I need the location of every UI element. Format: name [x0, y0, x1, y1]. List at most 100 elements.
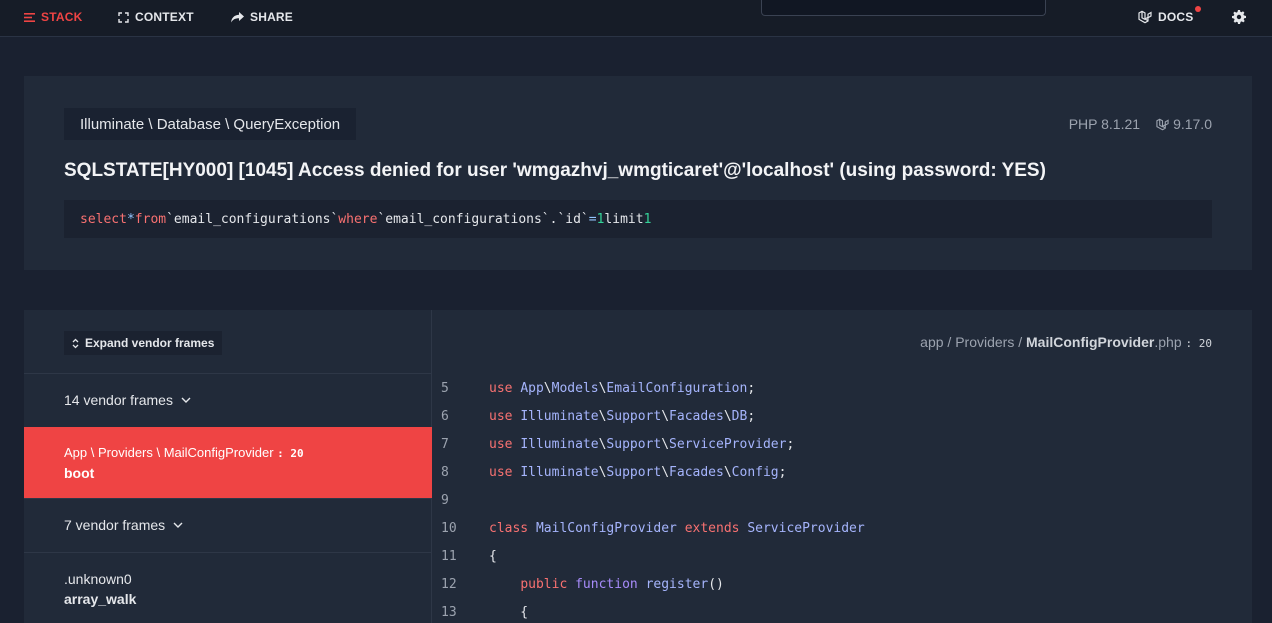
sql-eq: =	[588, 211, 597, 227]
code-token: ;	[747, 380, 756, 396]
code-token: use	[489, 436, 521, 452]
code-token: ;	[778, 464, 787, 480]
code-line: 7 use Illuminate\Support\ServiceProvider;	[433, 430, 1252, 458]
code-token: ;	[747, 408, 756, 424]
nav-docs[interactable]: DOCS	[1138, 0, 1202, 34]
code-token: \	[661, 408, 670, 424]
frame-class: .unknown0	[64, 571, 132, 587]
sql-select: select	[80, 211, 127, 227]
code-token: \	[543, 380, 552, 396]
sql-limit-value: 1	[643, 211, 652, 227]
expand-icon	[118, 11, 129, 23]
search-box[interactable]	[761, 0, 1046, 16]
sql-table: `email_configurations`	[166, 211, 339, 227]
nav-context[interactable]: CONTEXT	[118, 0, 194, 34]
sql-query: select * from `email_configurations` whe…	[64, 200, 1212, 238]
laravel-version-text: 9.17.0	[1173, 116, 1212, 132]
line-number: 11	[441, 548, 457, 564]
stack-icon	[24, 12, 35, 22]
unknown-frame[interactable]: .unknown0 array_walk	[24, 552, 432, 623]
share-arrow-icon	[231, 11, 244, 22]
chevron-up-down-icon	[72, 338, 79, 348]
sql-star: *	[126, 211, 135, 227]
code-token: {	[489, 548, 497, 564]
code-token: Facades	[669, 464, 724, 480]
code-token: Illuminate	[520, 408, 599, 424]
frame-method: array_walk	[64, 591, 137, 607]
code-token: ServiceProvider	[669, 436, 787, 452]
settings-button[interactable]	[1232, 0, 1246, 34]
sql-column: `email_configurations`.`id`	[377, 211, 589, 227]
nav-share[interactable]: SHARE	[231, 0, 293, 34]
code-token: Support	[606, 408, 662, 424]
code-token: App	[520, 380, 544, 396]
code-token: \	[661, 436, 670, 452]
code-token: Models	[551, 380, 599, 396]
code-token: extends	[684, 520, 748, 536]
nav-stack[interactable]: STACK	[24, 0, 82, 34]
frame-method: boot	[64, 465, 95, 481]
version-info: PHP 8.1.21 9.17.0	[1069, 116, 1212, 132]
code-token: register	[645, 576, 709, 592]
code-token: function	[575, 576, 646, 592]
code-line: 13 {	[433, 598, 1252, 623]
sql-from: from	[134, 211, 167, 227]
code-token: \	[661, 464, 670, 480]
code-text: public function register()	[489, 577, 724, 592]
vendor-frames-label: 14 vendor frames	[64, 392, 173, 408]
code-text: {	[489, 549, 497, 564]
code-token: use	[489, 380, 521, 396]
code-token: ;	[786, 436, 795, 452]
nav-context-label: CONTEXT	[135, 10, 194, 24]
nav-docs-label: DOCS	[1158, 10, 1194, 24]
expand-label: Expand vendor frames	[85, 336, 215, 350]
code-token: MailConfigProvider	[535, 520, 685, 536]
php-version: PHP 8.1.21	[1068, 116, 1141, 132]
line-number: 9	[441, 492, 449, 508]
code-text: {	[489, 605, 528, 620]
code-text: class MailConfigProvider extends Service…	[489, 521, 865, 536]
gear-icon	[1232, 10, 1246, 24]
vendor-frames-group[interactable]: 7 vendor frames	[24, 498, 432, 552]
code-token: public	[520, 576, 576, 592]
code-token: use	[489, 464, 521, 480]
chevron-down-icon	[173, 522, 183, 528]
code-text: use App\Models\EmailConfiguration;	[489, 381, 755, 396]
code-text: use Illuminate\Support\ServiceProvider;	[489, 437, 794, 452]
code-token: Support	[606, 464, 662, 480]
code-line: 10 class MailConfigProvider extends Servi…	[433, 514, 1252, 542]
laravel-icon	[1156, 118, 1169, 130]
file-path: app / Providers / MailConfigProvider.php…	[920, 334, 1212, 350]
file-line: : 20	[1185, 337, 1213, 350]
code-token: Illuminate	[520, 436, 599, 452]
code-token: ServiceProvider	[747, 520, 865, 536]
sql-limit: limit	[604, 211, 644, 227]
line-number: 7	[441, 436, 449, 452]
sql-where: where	[338, 211, 378, 227]
frame-class: App \ Providers \ MailConfigProvider	[64, 445, 274, 460]
code-line: 9	[433, 486, 1252, 514]
line-number: 13	[441, 604, 457, 620]
code-line: 11 {	[433, 542, 1252, 570]
code-token: EmailConfiguration	[606, 380, 748, 396]
code-token: Illuminate	[520, 464, 599, 480]
code-token: use	[489, 408, 521, 424]
vendor-frames-label: 7 vendor frames	[64, 517, 166, 533]
vendor-frames-group[interactable]: 14 vendor frames	[24, 373, 432, 427]
code-line: 6 use Illuminate\Support\Facades\DB;	[433, 402, 1252, 430]
stack-trace-panel: Expand vendor frames 14 vendor frames Ap…	[24, 310, 1252, 623]
nav-share-label: SHARE	[250, 10, 294, 24]
laravel-version: 9.17.0	[1156, 116, 1212, 132]
expand-vendor-frames-button[interactable]: Expand vendor frames	[64, 331, 223, 355]
chevron-down-icon	[181, 397, 191, 403]
code-viewer: app / Providers / MailConfigProvider.php…	[433, 310, 1252, 623]
code-token: Facades	[669, 408, 724, 424]
nav-stack-label: STACK	[41, 10, 83, 24]
file-name: MailConfigProvider	[1026, 334, 1155, 350]
code-token: DB	[731, 408, 748, 424]
laravel-icon	[1138, 10, 1152, 24]
app-frame-selected[interactable]: App \ Providers \ MailConfigProvider : 2…	[24, 427, 432, 498]
frames-list: Expand vendor frames 14 vendor frames Ap…	[24, 310, 432, 623]
line-number: 12	[441, 576, 457, 592]
